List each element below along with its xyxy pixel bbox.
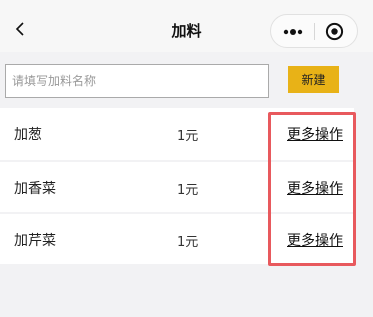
target-circle-icon[interactable] (325, 22, 344, 41)
item-price: 1元 (177, 129, 199, 144)
item-name: 加葱 (14, 127, 42, 143)
list-item: 加葱 1元 更多操作 (0, 108, 354, 160)
item-price: 1元 (177, 235, 199, 250)
more-actions-link[interactable]: 更多操作 (287, 124, 343, 144)
navigation-bar: 加料 (0, 0, 373, 52)
more-dots-icon[interactable] (282, 24, 304, 39)
more-actions-link[interactable]: 更多操作 (287, 178, 343, 198)
topping-name-input[interactable] (5, 64, 269, 98)
item-name: 加香菜 (14, 181, 56, 197)
list-item: 加芹菜 1元 更多操作 (0, 214, 354, 264)
capsule-divider (314, 23, 315, 40)
more-actions-link[interactable]: 更多操作 (287, 230, 343, 250)
item-name: 加芹菜 (14, 233, 56, 249)
item-price: 1元 (177, 183, 199, 198)
create-button[interactable]: 新建 (288, 66, 339, 93)
mini-program-capsule (270, 14, 358, 48)
list-item: 加香菜 1元 更多操作 (0, 162, 354, 212)
topping-list: 加葱 1元 更多操作 加香菜 1元 更多操作 加芹菜 1元 更多操作 (0, 108, 354, 266)
